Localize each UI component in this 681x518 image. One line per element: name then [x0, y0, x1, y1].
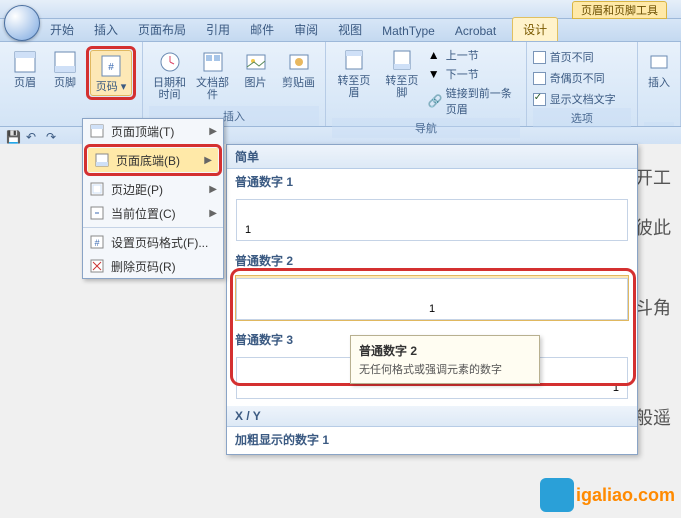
menu-remove-page-number[interactable]: 删除页码(R) — [83, 254, 223, 278]
svg-text:#: # — [94, 238, 99, 248]
clock-icon — [157, 49, 183, 75]
quickparts-label: 文档部件 — [194, 77, 231, 101]
watermark-icon — [540, 478, 574, 512]
chevron-right-icon: ▶ — [204, 155, 212, 166]
prev-section-button[interactable]: ▲上一节 — [428, 46, 520, 64]
insert-alignment-button[interactable]: 插入 — [644, 46, 674, 92]
gallery-item-plain2[interactable]: 1 — [235, 275, 629, 321]
menu-page-top[interactable]: 页面顶端(T)▶ — [83, 119, 223, 143]
doc-text: 彼此 — [635, 214, 671, 240]
ribbon-tabs: 开始 插入 页面布局 引用 邮件 审阅 视图 MathType Acrobat … — [0, 19, 681, 42]
page-number-icon: # — [98, 53, 124, 79]
tab-review[interactable]: 审阅 — [284, 18, 328, 41]
menu-page-margins[interactable]: 页边距(P)▶ — [83, 177, 223, 201]
contextual-tab-title: 页眉和页脚工具 — [572, 1, 667, 19]
doc-text: 般遥 — [635, 404, 671, 430]
menu-current-position[interactable]: 当前位置(C)▶ — [83, 201, 223, 225]
tab-home[interactable]: 开始 — [40, 18, 84, 41]
picture-icon — [243, 49, 269, 75]
tab-references[interactable]: 引用 — [196, 18, 240, 41]
margins-icon — [89, 181, 105, 197]
tab-layout[interactable]: 页面布局 — [128, 18, 196, 41]
page-number-menu: 页面顶端(T)▶ 页面底端(B)▶ 页边距(P)▶ 当前位置(C)▶ # 设置页… — [82, 118, 224, 279]
undo-icon[interactable]: ↶ — [26, 130, 40, 144]
next-section-button[interactable]: ▼下一节 — [428, 65, 520, 83]
datetime-button[interactable]: 日期和时间 — [149, 46, 190, 104]
svg-text:#: # — [108, 62, 114, 73]
group-label-nav: 导航 — [332, 118, 520, 138]
header-button[interactable]: 页眉 — [6, 46, 44, 100]
footer-label: 页脚 — [54, 77, 76, 89]
goto-footer-label: 转至页脚 — [382, 75, 422, 99]
chevron-right-icon: ▶ — [209, 184, 217, 195]
watermark-text: igaliao.com — [576, 485, 675, 506]
page-number-gallery: 简单 普通数字 1 1 普通数字 2 1 普通数字 3 1 X / Y 加粗显示… — [226, 144, 638, 455]
odd-even-diff-checkbox[interactable]: 奇偶页不同 — [533, 69, 631, 87]
gallery-item-label: 普通数字 2 — [227, 248, 637, 275]
group-label-options: 选项 — [533, 108, 631, 128]
datetime-label: 日期和时间 — [151, 77, 188, 101]
menu-format-page-number[interactable]: # 设置页码格式(F)... — [83, 230, 223, 254]
footer-button[interactable]: 页脚 — [46, 46, 84, 100]
ribbon-body: 页眉 页脚 # 页码 ▾ 页眉和页脚 日期和时间 文档部件 — [0, 42, 681, 127]
tooltip-body: 无任何格式或强调元素的数字 — [359, 363, 531, 377]
insert-tab-label: 插入 — [648, 77, 670, 89]
tooltip-title: 普通数字 2 — [359, 342, 531, 359]
checkbox-checked-icon — [533, 93, 546, 106]
clipart-label: 剪贴画 — [282, 77, 315, 89]
office-button[interactable] — [4, 5, 40, 41]
remove-icon — [89, 258, 105, 274]
up-arrow-icon: ▲ — [428, 48, 442, 62]
gallery-tooltip: 普通数字 2 无任何格式或强调元素的数字 — [350, 335, 540, 384]
gallery-item-plain1[interactable]: 1 — [235, 196, 629, 242]
gallery-item-label: 普通数字 1 — [227, 169, 637, 196]
gallery-item-label: 加粗显示的数字 1 — [227, 427, 637, 454]
goto-footer-icon — [389, 47, 415, 73]
group-label-pos — [644, 122, 674, 126]
show-doc-text-checkbox[interactable]: 显示文档文字 — [533, 90, 631, 108]
tab-mathtype[interactable]: MathType — [372, 21, 445, 41]
down-arrow-icon: ▼ — [428, 67, 442, 81]
goto-header-button[interactable]: 转至页眉 — [332, 44, 376, 118]
chevron-right-icon: ▶ — [209, 126, 217, 137]
clipart-icon — [286, 49, 312, 75]
tab-insert[interactable]: 插入 — [84, 18, 128, 41]
chevron-right-icon: ▶ — [209, 208, 217, 219]
format-icon: # — [89, 234, 105, 250]
tab-mailings[interactable]: 邮件 — [240, 18, 284, 41]
goto-header-icon — [341, 47, 367, 73]
menu-page-bottom[interactable]: 页面底端(B)▶ — [88, 148, 218, 172]
page-bottom-icon — [94, 152, 110, 168]
redo-icon[interactable]: ↷ — [46, 130, 60, 144]
picture-label: 图片 — [245, 77, 267, 89]
picture-button[interactable]: 图片 — [235, 46, 276, 104]
clipart-button[interactable]: 剪贴画 — [278, 46, 319, 104]
footer-icon — [52, 49, 78, 75]
page-number-label: 页码 ▾ — [96, 81, 127, 93]
save-icon[interactable]: 💾 — [6, 130, 20, 144]
gallery-section-xy: X / Y — [227, 406, 637, 427]
checkbox-icon — [533, 51, 546, 64]
gallery-section-simple: 简单 — [227, 145, 637, 169]
checkbox-icon — [533, 72, 546, 85]
link-icon: 🔗 — [428, 94, 442, 108]
tab-view[interactable]: 视图 — [328, 18, 372, 41]
first-page-diff-checkbox[interactable]: 首页不同 — [533, 48, 631, 66]
goto-footer-button[interactable]: 转至页脚 — [380, 44, 424, 118]
goto-header-label: 转至页眉 — [334, 75, 374, 99]
cursor-icon — [89, 205, 105, 221]
tab-design[interactable]: 设计 — [512, 17, 558, 41]
tab-acrobat[interactable]: Acrobat — [445, 21, 506, 41]
parts-icon — [200, 49, 226, 75]
header-icon — [12, 49, 38, 75]
watermark: igaliao.com — [540, 478, 675, 512]
quickparts-button[interactable]: 文档部件 — [192, 46, 233, 104]
link-previous-button[interactable]: 🔗链接到前一条页眉 — [428, 84, 520, 118]
page-top-icon — [89, 123, 105, 139]
page-number-button[interactable]: # 页码 ▾ — [90, 50, 132, 96]
header-label: 页眉 — [14, 77, 36, 89]
tab-icon — [646, 49, 672, 75]
